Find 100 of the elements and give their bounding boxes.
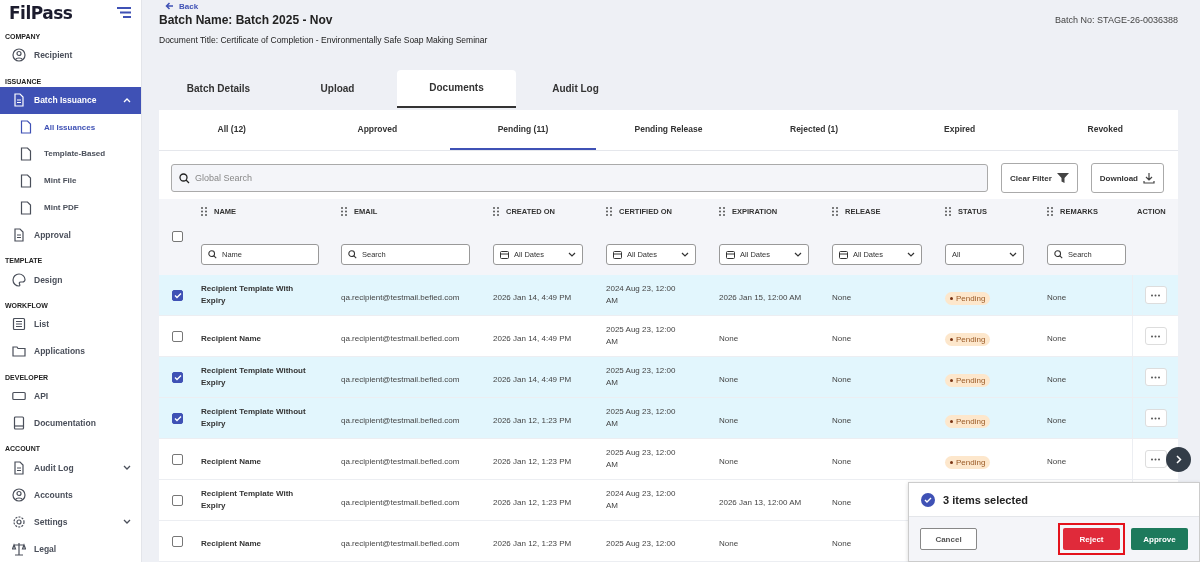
- back-link[interactable]: Back: [179, 1, 199, 11]
- sidebar-item[interactable]: Recipient: [0, 41, 141, 69]
- sidebar-subitem[interactable]: Template-Based: [0, 140, 141, 168]
- calendar-icon: [726, 250, 735, 259]
- drag-handle-icon[interactable]: [1047, 206, 1053, 216]
- checkbox[interactable]: [172, 535, 183, 547]
- sidebar-item[interactable]: Legal: [0, 535, 141, 562]
- calendar-icon: [613, 250, 622, 259]
- table-cell: qa.recipient@testmail.befied.com: [341, 374, 460, 386]
- calendar-icon: [839, 250, 848, 259]
- filter-tab[interactable]: All (12): [159, 110, 305, 150]
- tab[interactable]: Batch Details: [159, 69, 278, 108]
- logo: FilPass: [9, 2, 73, 23]
- checkbox[interactable]: [172, 412, 183, 424]
- gear-icon: [12, 514, 26, 529]
- document-icon: [12, 227, 26, 242]
- drag-handle-icon[interactable]: [493, 206, 499, 216]
- palette-icon: [12, 272, 26, 287]
- status-badge: Pending: [945, 373, 991, 387]
- more-icon: [1151, 457, 1160, 461]
- caret-icon: [681, 252, 689, 257]
- sidebar-subitem[interactable]: All Issuances: [0, 113, 141, 141]
- table-cell: qa.recipient@testmail.befied.com: [341, 415, 460, 427]
- sidebar-item[interactable]: API: [0, 382, 141, 410]
- filter-tab[interactable]: Pending Release: [595, 110, 742, 150]
- sidebar-item[interactable]: Design: [0, 266, 141, 293]
- document-icon: [20, 173, 32, 188]
- book-icon: [12, 416, 26, 430]
- list-icon: [12, 317, 26, 332]
- filter-tab[interactable]: Rejected (1): [741, 110, 887, 150]
- menu-icon[interactable]: [117, 7, 131, 19]
- table-cell: qa.recipient@testmail.befied.com: [341, 538, 460, 550]
- table-cell: None: [719, 456, 739, 468]
- reject-button[interactable]: Reject: [1063, 528, 1120, 550]
- more-button[interactable]: [1144, 450, 1167, 468]
- table-cell: None: [1047, 415, 1067, 427]
- sidebar-item[interactable]: Audit Log: [0, 454, 141, 482]
- checkbox[interactable]: [172, 371, 183, 383]
- drag-handle-icon[interactable]: [606, 206, 612, 216]
- download-button[interactable]: Download: [1090, 163, 1164, 193]
- next-button[interactable]: [1166, 447, 1191, 472]
- drag-handle-icon[interactable]: [832, 206, 838, 216]
- drag-handle-icon[interactable]: [341, 206, 347, 216]
- table-cell: 2026 Jan 15, 12:00 AM: [719, 292, 802, 304]
- table-cell-text: 2025 Aug 23, 12:00 AM: [606, 406, 677, 430]
- table-cell: None: [832, 333, 852, 345]
- clear-filter-button[interactable]: Clear Filter: [1001, 163, 1078, 193]
- filter-tab[interactable]: Pending (11): [450, 110, 596, 150]
- table-cell-text: 2025 Aug 23, 12:00 AM: [606, 447, 677, 471]
- search-icon: [348, 250, 357, 259]
- table-cell: 2026 Jan 14, 4:49 PM: [493, 292, 572, 304]
- search-icon: [179, 173, 190, 184]
- search-field[interactable]: Global Search: [171, 164, 988, 192]
- table-cell: 2026 Jan 12, 1:23 PM: [493, 415, 572, 427]
- filter-tab[interactable]: Revoked: [1032, 110, 1179, 150]
- drag-handle-icon[interactable]: [201, 206, 207, 216]
- table-cell: None: [832, 374, 852, 386]
- checkbox[interactable]: [172, 453, 183, 465]
- check-circle-icon: [921, 492, 935, 507]
- table-cell: 2026 Jan 12, 1:23 PM: [493, 497, 572, 509]
- cancel-button[interactable]: Cancel: [920, 528, 977, 550]
- folder-icon: [12, 344, 26, 359]
- sidebar-subitem[interactable]: Mint PDF: [0, 194, 141, 222]
- tab[interactable]: Audit Log: [516, 69, 635, 108]
- table-cell: None: [832, 497, 852, 509]
- status-badge: Pending: [945, 455, 991, 469]
- sidebar-subitem[interactable]: Mint File: [0, 167, 141, 195]
- table-cell: qa.recipient@testmail.befied.com: [341, 456, 460, 468]
- checkbox[interactable]: [172, 330, 183, 342]
- table-cell-text: 2024 Aug 23, 12:00 AM: [606, 488, 677, 512]
- person-icon: [12, 48, 26, 63]
- more-icon: [1151, 293, 1160, 297]
- sidebar-item[interactable]: List: [0, 310, 141, 338]
- sidebar-item[interactable]: Accounts: [0, 481, 141, 509]
- drag-handle-icon[interactable]: [945, 206, 951, 216]
- table-cell: 2026 Jan 12, 1:23 PM: [493, 538, 572, 550]
- checkbox[interactable]: [172, 494, 183, 506]
- table-cell-text: Recipient Template With Expiry: [201, 283, 295, 306]
- search-icon: [208, 250, 217, 259]
- drag-handle-icon[interactable]: [719, 206, 725, 216]
- document-icon: [20, 120, 32, 135]
- table-cell: None: [832, 456, 852, 468]
- checkbox[interactable]: [172, 289, 183, 301]
- sidebar-item[interactable]: Applications: [0, 337, 141, 365]
- chevron-icon: [1175, 455, 1182, 464]
- table-cell: None: [1047, 333, 1067, 345]
- approve-button[interactable]: Approve: [1131, 528, 1188, 550]
- sidebar-item[interactable]: Approval: [0, 221, 141, 249]
- caret-icon: [794, 252, 802, 257]
- tab[interactable]: Upload: [278, 69, 397, 108]
- table-cell: 2026 Jan 13, 12:00 AM: [719, 497, 802, 509]
- checkbox[interactable]: [172, 231, 183, 242]
- tab[interactable]: Documents: [397, 69, 516, 108]
- filter-tab[interactable]: Approved: [304, 110, 451, 150]
- sidebar-item[interactable]: Documentation: [0, 409, 141, 437]
- more-icon: [1151, 375, 1160, 379]
- sidebar-item[interactable]: Settings: [0, 508, 141, 536]
- sidebar-item[interactable]: Batch Issuance: [0, 86, 141, 114]
- filter-tab[interactable]: Expired: [886, 110, 1033, 150]
- table-cell: Recipient Name: [201, 456, 262, 468]
